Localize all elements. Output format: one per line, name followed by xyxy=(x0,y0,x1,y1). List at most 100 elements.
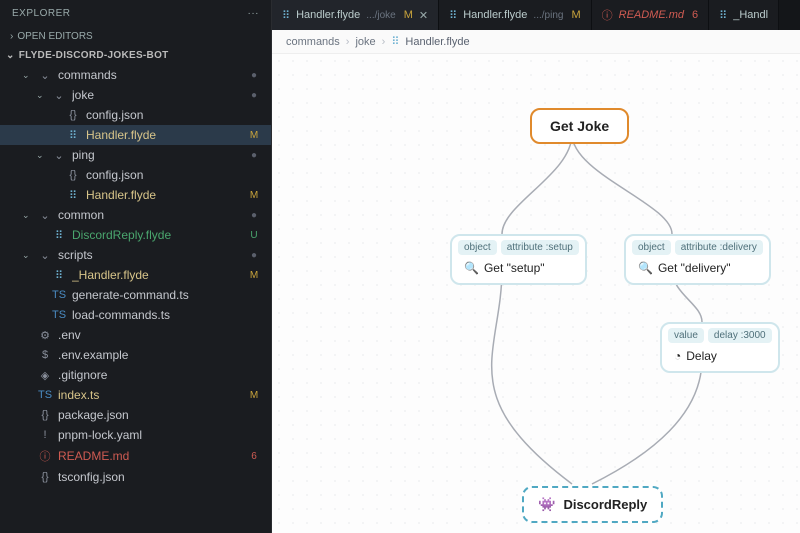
pin-object[interactable]: object xyxy=(632,240,671,255)
tab-filename: _Handl xyxy=(733,9,768,21)
open-editors-section[interactable]: › OPEN EDITORS xyxy=(0,27,271,46)
pin-object[interactable]: object xyxy=(458,240,497,255)
editor-tab[interactable]: ⠿ _Handl xyxy=(709,0,779,30)
node-body: 🔍 Get "setup" xyxy=(452,255,585,283)
file-item[interactable]: ⚙.env xyxy=(0,325,271,345)
file-item[interactable]: ◈.gitignore xyxy=(0,365,271,385)
explorer-sidebar: EXPLORER ··· › OPEN EDITORS ⌄ FLYDE-DISC… xyxy=(0,0,272,533)
chevron-down-icon: ⌄ xyxy=(22,250,32,261)
git-status: M xyxy=(247,270,261,281)
file-label: .gitignore xyxy=(58,368,261,382)
folder-item[interactable]: ⌄⌄scripts● xyxy=(0,245,271,265)
file-label: index.ts xyxy=(58,388,241,402)
file-item[interactable]: ⠿ DiscordReply.flyde U xyxy=(0,225,271,245)
search-icon: 🔍 xyxy=(638,261,653,275)
folder-icon: ⌄ xyxy=(52,149,66,162)
node-label: DiscordReply xyxy=(563,497,647,512)
folder-item[interactable]: ⌄⌄joke● xyxy=(0,85,271,105)
file-item[interactable]: {}config.json xyxy=(0,165,271,185)
clock-icon: ◔ xyxy=(674,349,681,363)
file-item[interactable]: {}package.json xyxy=(0,405,271,425)
search-icon: 🔍 xyxy=(464,261,479,275)
pin-attribute[interactable]: attribute :setup xyxy=(501,240,579,255)
tab-status: M xyxy=(404,9,413,21)
pin-value[interactable]: value xyxy=(668,328,704,343)
file-label: tsconfig.json xyxy=(58,470,261,484)
node-pins: value delay :3000 xyxy=(662,324,778,343)
chevron-down-icon: ⌄ xyxy=(6,50,15,61)
file-item[interactable]: TSload-commands.ts xyxy=(0,305,271,325)
breadcrumb-item: Handler.flyde xyxy=(405,36,469,48)
folder-item[interactable]: ⌄⌄commands● xyxy=(0,65,271,85)
file-item[interactable]: {}tsconfig.json xyxy=(0,467,271,487)
node-pins: object attribute :setup xyxy=(452,236,585,255)
git-status: 6 xyxy=(247,451,261,462)
node-label: Get "delivery" xyxy=(658,261,731,275)
file-item[interactable]: !pnpm-lock.yaml xyxy=(0,425,271,445)
file-item[interactable]: {}config.json xyxy=(0,105,271,125)
flyde-icon: ⠿ xyxy=(66,129,80,142)
env-icon: ⚙ xyxy=(38,329,52,342)
file-label: scripts xyxy=(58,248,241,262)
flyde-icon: ⠿ xyxy=(391,35,399,48)
flyde-icon: ⠿ xyxy=(282,9,290,22)
more-icon[interactable]: ··· xyxy=(248,8,260,19)
file-label: pnpm-lock.yaml xyxy=(58,428,261,442)
file-label: load-commands.ts xyxy=(72,308,261,322)
project-header[interactable]: ⌄ FLYDE-DISCORD-JOKES-BOT xyxy=(0,46,271,65)
pin-delay[interactable]: delay :3000 xyxy=(708,328,772,343)
modified-dot-icon: ● xyxy=(247,90,261,101)
editor-tab[interactable]: ⠿Handler.flyde.../pingM xyxy=(439,0,591,30)
file-item[interactable]: TSgenerate-command.ts xyxy=(0,285,271,305)
file-item[interactable]: ⠿_Handler.flydeM xyxy=(0,265,271,285)
editor-tab[interactable]: ⠿Handler.flyde.../jokeM✕ xyxy=(272,0,439,30)
chevron-right-icon: › xyxy=(346,36,350,48)
file-label: DiscordReply.flyde xyxy=(72,228,241,242)
file-label: common xyxy=(58,208,241,222)
folder-item[interactable]: ⌄⌄common● xyxy=(0,205,271,225)
modified-dot-icon: ● xyxy=(247,210,261,221)
flyde-canvas[interactable]: Get Joke object attribute :setup 🔍 Get "… xyxy=(272,54,800,533)
node-get-delivery[interactable]: object attribute :delivery 🔍 Get "delive… xyxy=(624,234,771,285)
node-discord-reply[interactable]: 👾 DiscordReply xyxy=(522,486,663,523)
node-label: Delay xyxy=(686,349,717,363)
flyde-icon: ⠿ xyxy=(52,269,66,282)
file-label: config.json xyxy=(86,108,261,122)
file-item[interactable]: ⠿Handler.flydeM xyxy=(0,125,271,145)
editor-tab[interactable]: ⓘREADME.md6 xyxy=(592,0,710,30)
flyde-icon: ⠿ xyxy=(719,9,727,22)
open-editors-label: OPEN EDITORS xyxy=(17,31,92,42)
file-label: commands xyxy=(58,68,241,82)
shell-icon: $ xyxy=(38,349,52,361)
breadcrumb[interactable]: commands › joke › ⠿ Handler.flyde xyxy=(272,30,800,54)
node-delay[interactable]: value delay :3000 ◔ Delay xyxy=(660,322,780,373)
info-icon: ⓘ xyxy=(602,7,613,23)
tab-path: .../ping xyxy=(533,10,563,21)
chevron-down-icon: ⌄ xyxy=(36,90,46,101)
file-item[interactable]: TSindex.tsM xyxy=(0,385,271,405)
close-icon[interactable]: ✕ xyxy=(419,9,428,22)
file-tree: ⌄⌄commands●⌄⌄joke●{}config.json⠿Handler.… xyxy=(0,65,271,533)
tab-filename: README.md xyxy=(619,9,684,21)
json-icon: {} xyxy=(38,409,52,421)
flyde-icon: ⠿ xyxy=(449,9,457,22)
chevron-down-icon: ⌄ xyxy=(36,150,46,161)
file-item[interactable]: ⠿Handler.flydeM xyxy=(0,185,271,205)
git-status: U xyxy=(247,230,261,241)
breadcrumb-item: commands xyxy=(286,36,340,48)
chevron-down-icon: ⌄ xyxy=(22,70,32,81)
ts-icon: TS xyxy=(38,389,52,401)
flyde-icon: ⠿ xyxy=(52,229,66,242)
file-item[interactable]: $.env.example xyxy=(0,345,271,365)
folder-item[interactable]: ⌄⌄ping● xyxy=(0,145,271,165)
modified-dot-icon: ● xyxy=(247,70,261,81)
node-get-joke[interactable]: Get Joke xyxy=(530,108,629,144)
file-item[interactable]: ⓘREADME.md6 xyxy=(0,445,271,467)
chevron-right-icon: › xyxy=(10,31,13,42)
modified-dot-icon: ● xyxy=(247,150,261,161)
file-label: Handler.flyde xyxy=(86,188,241,202)
flyde-icon: ⠿ xyxy=(66,189,80,202)
pin-attribute[interactable]: attribute :delivery xyxy=(675,240,763,255)
node-get-setup[interactable]: object attribute :setup 🔍 Get "setup" xyxy=(450,234,587,285)
file-label: README.md xyxy=(58,449,241,463)
